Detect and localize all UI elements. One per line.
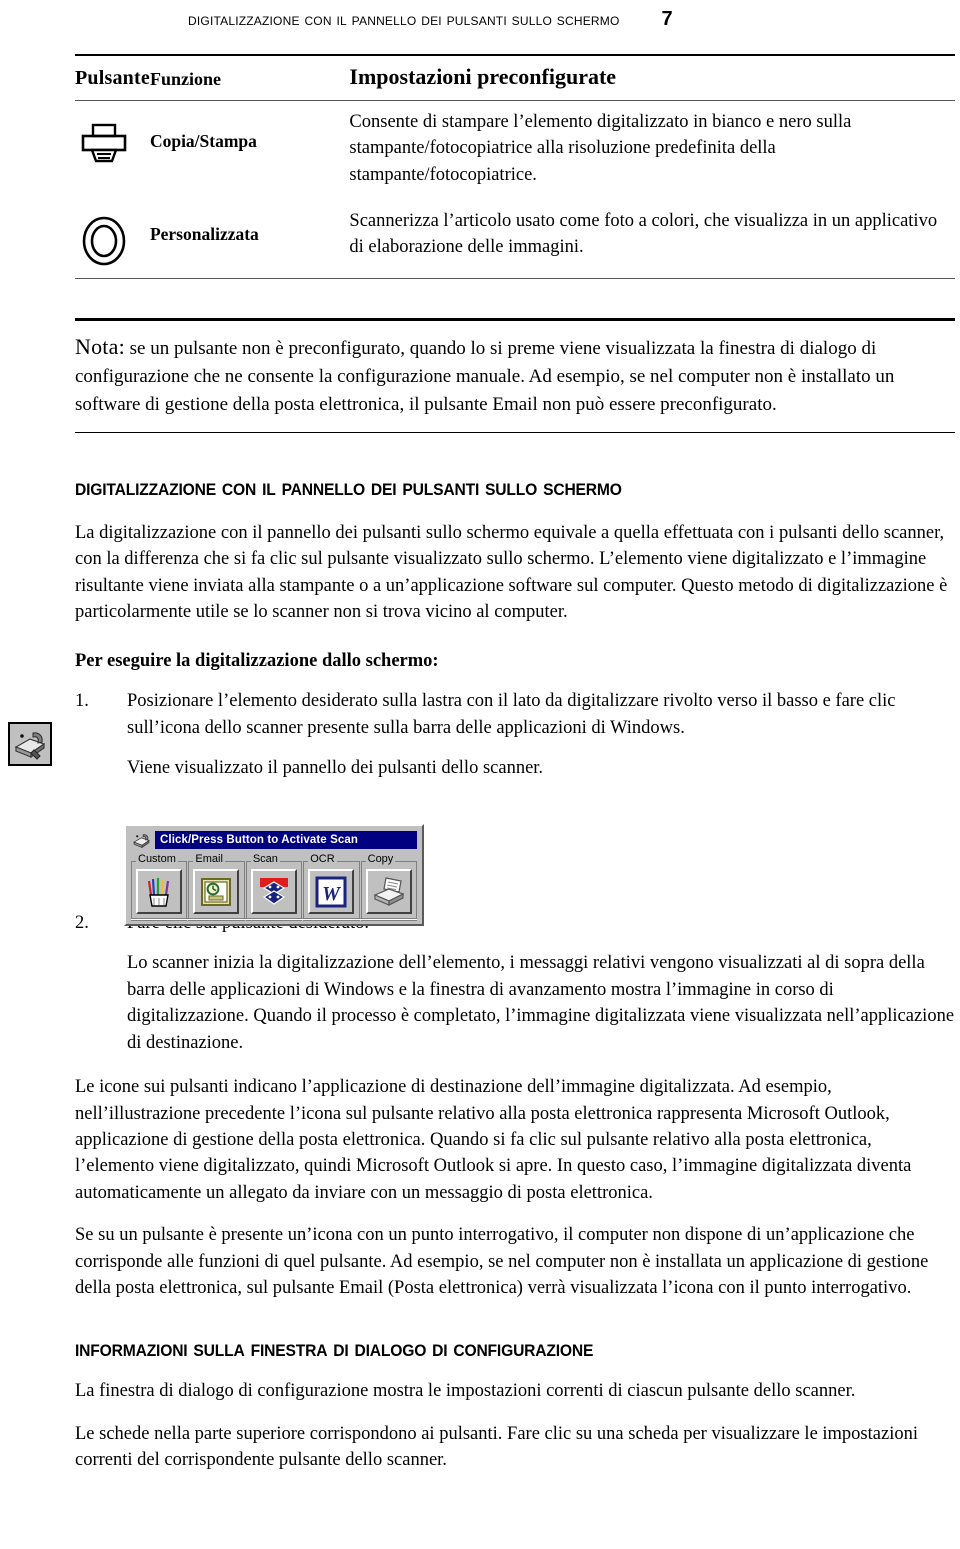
paragraph-button-icons: Le icone sui pulsanti indicano l’applica…	[75, 1077, 912, 1203]
step-follow-up: Viene visualizzato il pannello dei pulsa…	[127, 758, 544, 779]
function-description: Consente di stampare l’elemento digitali…	[349, 112, 852, 185]
table-bottom-rule	[75, 277, 955, 281]
note-body: Nota: se un pulsante non è preconfigurat…	[75, 331, 955, 418]
panel-button-row: Custom Email Scan OCR W Copy	[131, 854, 418, 921]
email-button[interactable]	[193, 869, 240, 914]
section2-paragraph-1: La finestra di dialogo di configurazione…	[75, 1381, 856, 1402]
note-text: se un pulsante non è preconfigurato, qua…	[75, 338, 895, 415]
panel-title-text: Click/Press Button to Activate Scan	[155, 831, 417, 849]
paragraph-question-mark-icon: Se su un pulsante è presente un’icona co…	[75, 1225, 929, 1299]
header-title: Digitalizzazione con il pannello dei pul…	[188, 11, 620, 29]
table-header-pulsante: Pulsante	[75, 67, 150, 89]
svg-text:W: W	[322, 883, 341, 905]
note-block: Nota: se un pulsante non è preconfigurat…	[75, 318, 955, 434]
printer-copy-icon	[373, 876, 405, 906]
section2-paragraph-2: Le schede nella parte superiore corrispo…	[75, 1423, 918, 1471]
outlook-icon	[201, 877, 232, 906]
panel-label-ocr: OCR	[308, 853, 337, 865]
panel-titlebar: Click/Press Button to Activate Scan	[131, 830, 417, 850]
button-settings-table: Pulsante Funzione Impostazioni preconfig…	[75, 54, 955, 281]
function-label: Personalizzata	[149, 223, 259, 244]
step-follow-up: Lo scanner inizia la digitalizzazione de…	[127, 953, 955, 1053]
panel-group-scan: Scan	[245, 854, 303, 921]
panel-label-copy: Copy	[365, 853, 396, 865]
note-label: Nota:	[75, 334, 125, 360]
scanner-small-icon	[132, 833, 150, 848]
panel-group-email: Email	[188, 854, 245, 921]
running-header: Digitalizzazione con il pannello dei pul…	[0, 8, 960, 38]
panel-group-ocr: OCR W	[303, 854, 360, 921]
step-text: Posizionare l’elemento desiderato sulla …	[127, 691, 896, 738]
scanner-button-panel[interactable]: Click/Press Button to Activate Scan Cust…	[124, 824, 424, 926]
section1-intro-paragraph: La digitalizzazione con il pannello dei …	[75, 522, 948, 623]
pencil-cup-icon	[147, 877, 170, 907]
oval-icon-cell	[75, 200, 150, 279]
table-row: Copia/Stampa Consente di stampare l’elem…	[75, 100, 955, 200]
word-w-icon: W	[315, 876, 347, 907]
scan-button[interactable]	[250, 869, 297, 914]
panel-label-custom: Custom	[136, 853, 178, 865]
table-row: Personalizzata Scannerizza l’articolo us…	[75, 200, 955, 279]
panel-label-email: Email	[193, 853, 225, 865]
section-heading-config-dialog: Informazioni sulla finestra di dialogo d…	[75, 1334, 594, 1362]
page-number: 7	[661, 8, 673, 30]
document-page: Digitalizzazione con il pannello dei pul…	[0, 0, 960, 1549]
step-number: 2.	[75, 912, 89, 933]
scanner-icon	[14, 732, 46, 760]
copy-button[interactable]	[365, 869, 412, 914]
function-label: Copia/Stampa	[149, 131, 257, 151]
scanner-taskbar-icon	[8, 722, 52, 766]
content-column: Pulsante Funzione Impostazioni preconfig…	[75, 54, 955, 1487]
step-number: 1.	[75, 691, 89, 712]
table-header-funzione: Funzione	[149, 69, 221, 89]
oval-ring-icon	[82, 216, 126, 266]
function-description: Scannerizza l’articolo usato come foto a…	[349, 210, 938, 258]
panel-group-custom: Custom	[131, 854, 188, 921]
panel-label-scan: Scan	[250, 853, 280, 865]
imaging-windows-icon	[259, 877, 288, 905]
list-item: 1. Posizionare l’elemento desiderato sul…	[75, 688, 955, 741]
table-header-row: Pulsante Funzione Impostazioni preconfig…	[75, 55, 955, 101]
ocr-button[interactable]: W	[308, 869, 355, 914]
table-header-impostazioni: Impostazioni preconfigurate	[349, 64, 617, 89]
panel-scanner-logo-icon	[131, 831, 151, 849]
custom-button[interactable]	[136, 869, 182, 914]
printer-icon	[81, 123, 127, 163]
section-heading-scan-panel: Digitalizzazione con il pannello dei pul…	[75, 474, 622, 502]
panel-bottom-rule	[131, 918, 417, 920]
panel-group-copy: Copy	[360, 854, 418, 921]
procedure-list: 1. Posizionare l’elemento desiderato sul…	[75, 688, 955, 741]
printer-icon-cell	[75, 101, 150, 200]
procedure-lead-in: Per eseguire la digitalizzazione dallo s…	[75, 651, 439, 672]
